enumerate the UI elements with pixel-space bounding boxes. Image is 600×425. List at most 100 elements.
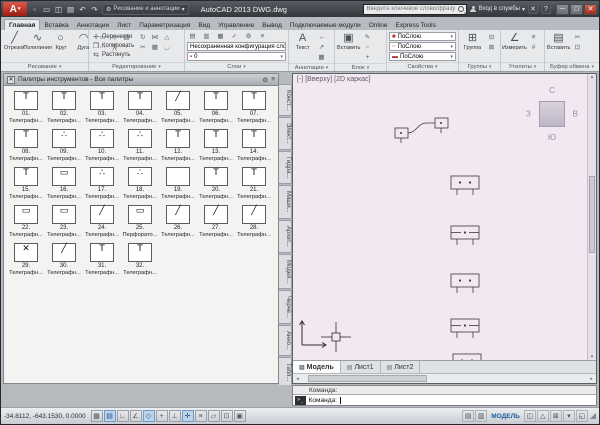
panel-label-block[interactable]: Блок▾ <box>335 63 386 71</box>
property-dropdown[interactable]: ┄ПоСлою▾ <box>389 42 456 51</box>
ribbon-mini-button[interactable]: ▦ <box>316 53 327 62</box>
status-toggle-button[interactable]: ⊡ <box>221 410 233 422</box>
workspace-switcher[interactable]: ⚙ Рисование и аннотации ▾ <box>102 4 189 15</box>
palette-item[interactable]: ▭ 23. Телеграфн... <box>45 205 83 239</box>
palette-group-tab[interactable]: Конст... <box>279 84 292 116</box>
status-toggle-button[interactable]: + <box>156 410 168 422</box>
search-icon[interactable] <box>458 6 464 12</box>
scrollbar-thumb[interactable] <box>308 375 428 382</box>
ribbon-mini-button[interactable]: ✂ <box>137 43 148 52</box>
palette-item[interactable]: ▭ 22. Телеграфн... <box>7 205 45 239</box>
ribbon-tab[interactable]: Главная <box>4 19 40 30</box>
ribbon-mini-button[interactable]: ↻ <box>137 33 148 42</box>
ribbon-tab[interactable]: Вид <box>194 20 214 30</box>
ribbon-tab[interactable]: Express Tools <box>392 20 440 30</box>
ribbon-mini-button[interactable]: ⊡ <box>572 43 583 52</box>
ribbon-tab[interactable]: Управление <box>214 20 258 30</box>
vertical-scrollbar[interactable]: ▴ ▾ <box>587 74 596 360</box>
palette-item[interactable]: ╱ 05. Телеграфн... <box>159 91 197 125</box>
palette-item[interactable]: T 07. Телеграфн... <box>235 91 273 125</box>
ribbon-button[interactable]: ✛Перенести <box>92 33 134 41</box>
status-right-icon[interactable]: ◱ <box>576 410 588 422</box>
palette-item[interactable]: T 32. Телеграфн... <box>121 243 159 277</box>
status-toggle-button[interactable]: ▣ <box>234 410 246 422</box>
layer-dropdown[interactable]: ▪0▾ <box>187 52 286 61</box>
panel-label-groups[interactable]: Группы▾ <box>459 62 500 71</box>
palette-item[interactable]: ╱ 28. Телеграфн... <box>235 205 273 239</box>
maximize-button[interactable]: □ <box>570 4 583 15</box>
viewcube-east-label[interactable]: В <box>573 110 578 119</box>
ribbon-mini-button[interactable]: ↗ <box>316 43 327 52</box>
status-right-icon[interactable]: △ <box>537 410 549 422</box>
palette-group-tab[interactable]: Архит... <box>279 220 292 253</box>
ribbon-mini-button[interactable]: # <box>528 43 539 52</box>
exchange-apps-icon[interactable]: ✕ <box>528 4 538 14</box>
layer-tool-icon[interactable]: ≡ <box>257 32 268 41</box>
command-input[interactable]: >_ Команда: <box>293 394 596 405</box>
ribbon-mini-button[interactable]: ⊠ <box>486 43 497 52</box>
palette-group-tab[interactable]: Гидра... <box>279 151 292 184</box>
ribbon-button[interactable]: ▣Вставить <box>338 31 359 51</box>
palette-item[interactable]: T 03. Телеграфн... <box>83 91 121 125</box>
space-switch-icon[interactable]: ▤ <box>462 410 474 422</box>
property-dropdown[interactable]: ■ПоСлою▾ <box>389 32 456 41</box>
palette-item[interactable]: T 13. Телеграфн... <box>197 129 235 163</box>
quick-access-button[interactable]: ▫ <box>29 4 40 15</box>
panel-label-properties[interactable]: Свойства▾ <box>387 62 458 71</box>
status-toggle-button[interactable]: ≡ <box>195 410 207 422</box>
ribbon-tab[interactable]: Параметризация <box>135 20 194 30</box>
status-toggle-button[interactable]: ◇ <box>143 410 155 422</box>
palette-close-icon[interactable]: ✕ <box>7 76 15 84</box>
palette-item[interactable]: ✕ 29. Телеграфн... <box>7 243 45 277</box>
panel-label-modify[interactable]: Редактирование▾ <box>89 62 184 71</box>
layer-tool-icon[interactable]: ▦ <box>215 32 226 41</box>
palette-group-tab[interactable]: Черче... <box>279 290 292 324</box>
application-menu-button[interactable]: A ▾ <box>3 2 27 16</box>
palette-item[interactable]: T 12. Телеграфн... <box>159 129 197 163</box>
palette-item[interactable]: ▭ 25. Перфорато... <box>121 205 159 239</box>
ribbon-mini-button[interactable]: ⊟ <box>486 33 497 42</box>
scroll-right-icon[interactable]: ▸ <box>587 376 596 382</box>
palette-item[interactable]: ╱ 24. Телеграфн... <box>83 205 121 239</box>
ribbon-button[interactable]: ○Круг <box>50 31 71 51</box>
viewcube-north-label[interactable]: С <box>549 86 555 95</box>
status-toggle-button[interactable]: ∠ <box>130 410 142 422</box>
palette-item[interactable]: T 06. Телеграфн... <box>197 91 235 125</box>
ribbon-mini-button[interactable]: ↔ <box>316 33 327 42</box>
quick-access-button[interactable]: ↶ <box>77 4 88 15</box>
palette-item[interactable]: ∴ 17. Телеграфн... <box>83 167 121 201</box>
layout-tab[interactable]: ▤Лист2 <box>381 361 421 373</box>
space-switch-icon[interactable]: ▥ <box>475 410 487 422</box>
palette-item[interactable]: T 31. Телеграфн... <box>83 243 121 277</box>
ribbon-button[interactable]: ∿Полилиния <box>27 31 48 51</box>
ribbon-button[interactable]: ⊞Группа <box>462 31 483 51</box>
ribbon-mini-button[interactable]: ◡ <box>161 43 172 52</box>
close-button[interactable]: ✕ <box>584 4 597 15</box>
scroll-left-icon[interactable]: ◂ <box>293 376 302 382</box>
signin-button[interactable]: Вход в службы ▾ <box>470 6 525 13</box>
layout-tab[interactable]: ▤Лист1 <box>341 361 381 373</box>
quick-access-button[interactable]: ▭ <box>41 4 52 15</box>
layer-state-dropdown[interactable]: Несохраненная конфигурация сло...▾ <box>187 42 286 51</box>
palette-menu-icon[interactable]: ≡ <box>271 76 275 83</box>
ribbon-tab[interactable]: Вставка <box>40 20 72 30</box>
status-right-icon[interactable]: ⊠ <box>550 410 562 422</box>
palette-group-tab[interactable]: Элект... <box>279 117 292 150</box>
ribbon-button[interactable]: ∠Измерить <box>504 31 525 51</box>
palette-item[interactable]: ∴ 09. Телеграфн... <box>45 129 83 163</box>
palette-item[interactable]: T 08. Телеграфн... <box>7 129 45 163</box>
layer-tool-icon[interactable]: ✓ <box>229 32 240 41</box>
minimize-button[interactable]: ─ <box>556 4 569 15</box>
palette-item[interactable]: ▭ 16. Телеграфн... <box>45 167 83 201</box>
ribbon-mini-button[interactable]: ▦ <box>149 43 160 52</box>
ribbon-button[interactable]: ⇆Растянуть <box>92 51 134 59</box>
layer-tool-icon[interactable]: ▥ <box>201 32 212 41</box>
quick-access-button[interactable]: ◫ <box>53 4 64 15</box>
palette-item[interactable]: T 21. Телеграфн... <box>235 167 273 201</box>
horizontal-scrollbar[interactable]: ◂ ▸ <box>293 373 596 383</box>
scroll-down-icon[interactable]: ▾ <box>588 354 597 360</box>
viewcube[interactable]: С З В Ю <box>524 86 580 142</box>
palette-item[interactable]: T 15. Телеграфн... <box>7 167 45 201</box>
viewcube-west-label[interactable]: З <box>526 110 531 119</box>
status-right-icon[interactable]: ◫ <box>524 410 536 422</box>
